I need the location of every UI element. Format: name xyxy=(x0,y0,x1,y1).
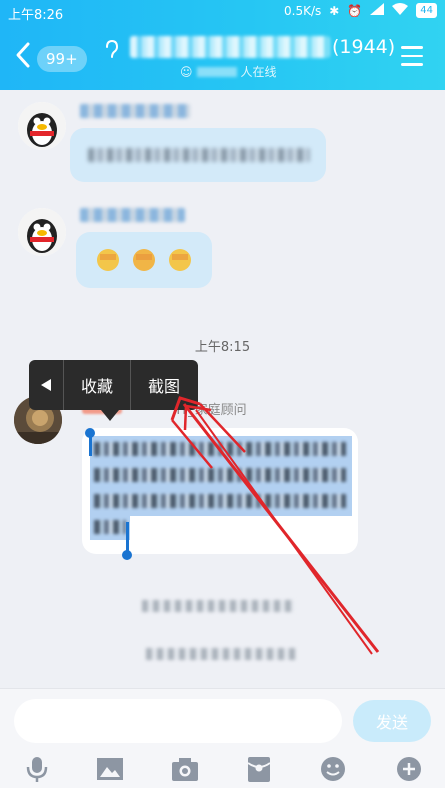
alarm-icon: ⏰ xyxy=(347,3,363,18)
message-input[interactable] xyxy=(14,699,342,743)
input-bar: 发送 xyxy=(0,688,445,788)
text-context-menu: 收藏 截图 xyxy=(29,360,198,410)
message-text-blurred xyxy=(94,442,346,456)
group-title[interactable]: (1944) xyxy=(130,36,395,58)
message-text-blurred xyxy=(94,520,126,534)
plus-icon[interactable] xyxy=(394,755,424,783)
send-button[interactable]: 发送 xyxy=(353,700,431,742)
penguin-avatar-icon xyxy=(18,102,66,150)
online-status: ☺ 人在线 xyxy=(180,63,277,80)
menu-back-arrow-icon[interactable] xyxy=(29,360,63,410)
network-speed: 0.5K/s xyxy=(284,3,322,18)
camera-icon[interactable] xyxy=(170,755,200,783)
online-count-blurred xyxy=(196,66,237,77)
message-bubble[interactable] xyxy=(76,232,212,288)
wifi-icon xyxy=(392,3,409,18)
penguin-avatar-icon xyxy=(18,208,66,256)
status-time: 上午8:26 xyxy=(8,8,64,23)
status-icons: 0.5K/s ✱ ⏰ 44 xyxy=(284,3,437,18)
menu-item-favorite[interactable]: 收藏 xyxy=(64,360,130,410)
earpiece-mode-icon xyxy=(106,39,119,58)
message-text-blurred xyxy=(94,468,346,482)
emoji-stickers-icon xyxy=(97,249,191,271)
message-text-blurred xyxy=(88,148,310,162)
message-text-blurred xyxy=(94,494,346,508)
sender-name-blurred xyxy=(80,104,190,118)
selection-end-handle[interactable] xyxy=(122,550,132,560)
message-bubble[interactable] xyxy=(70,128,326,182)
status-bar: 上午8:26 0.5K/s ✱ ⏰ 44 xyxy=(0,0,445,26)
selection-start-bar xyxy=(89,432,92,456)
bluetooth-icon: ✱ xyxy=(329,3,340,18)
back-chevron-icon[interactable] xyxy=(14,40,32,70)
system-notice-blurred xyxy=(142,600,294,612)
sender-name-blurred xyxy=(80,208,185,222)
image-icon[interactable] xyxy=(95,755,125,783)
online-icon: ☺ xyxy=(180,64,193,79)
microphone-icon[interactable] xyxy=(22,755,52,783)
system-notice-blurred xyxy=(146,648,296,660)
signal-icon xyxy=(370,3,385,18)
selected-message-bubble[interactable] xyxy=(82,428,358,554)
battery-indicator: 44 xyxy=(416,3,437,18)
time-separator: 上午8:15 xyxy=(194,340,251,355)
online-text: 人在线 xyxy=(240,65,277,79)
red-packet-icon[interactable] xyxy=(244,755,274,783)
group-name-blurred xyxy=(130,36,330,58)
member-count: (1944) xyxy=(332,36,396,58)
emoji-icon[interactable] xyxy=(318,755,348,783)
avatar[interactable] xyxy=(18,102,66,150)
menu-icon[interactable] xyxy=(401,46,423,66)
menu-item-screenshot[interactable]: 截图 xyxy=(131,360,197,410)
chat-header: 上午8:26 0.5K/s ✱ ⏰ 44 99+ (1944) ☺ 人在线 xyxy=(0,0,445,90)
menu-pointer xyxy=(101,410,119,421)
unread-badge[interactable]: 99+ xyxy=(37,46,87,72)
avatar[interactable] xyxy=(18,208,66,256)
